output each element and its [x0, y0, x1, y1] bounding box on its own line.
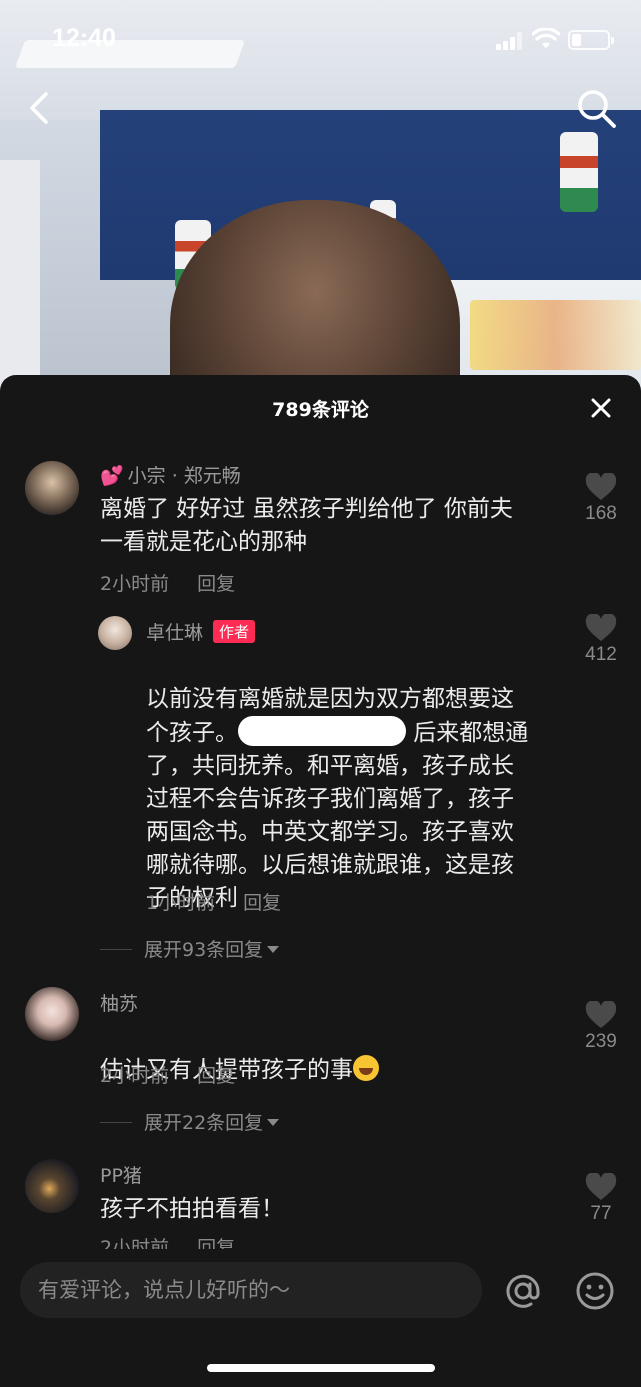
comment-meta: 2小时前 回复	[100, 1061, 235, 1088]
like-count: 168	[585, 503, 617, 524]
at-icon[interactable]	[502, 1270, 544, 1312]
pink-hearts-emoji: 💕	[100, 465, 124, 487]
divider	[100, 1122, 132, 1123]
smiley-icon[interactable]	[574, 1270, 616, 1312]
reply-item: 卓仕琳 作者 以前没有离婚就是因为双方都想要这 个孩子。 后来都想通 了，共同抚养…	[0, 614, 641, 914]
comment-username[interactable]: 卓仕琳 作者	[146, 618, 256, 645]
signal-icon	[496, 32, 524, 50]
reply-button[interactable]: 回复	[197, 573, 235, 595]
comment-text: 离婚了 好好过 虽然孩子判给他了 你前夫 一看就是花心的那种	[100, 496, 513, 555]
reply-button[interactable]: 回复	[197, 1237, 235, 1249]
chevron-left-icon[interactable]	[22, 88, 58, 128]
heart-icon	[585, 1001, 617, 1028]
battery-level	[572, 34, 581, 46]
comment-list[interactable]: 💕 小宗 · 郑元畅 离婚了 好好过 虽然孩子判给他了 你前夫 一看就是花心的那种…	[0, 441, 641, 1249]
laughing-emoji	[353, 1055, 379, 1081]
comment-time: 2小时前	[100, 1065, 170, 1087]
comment-meta: 2小时前 回复	[100, 1233, 235, 1249]
comment-username[interactable]: 柚苏	[100, 989, 138, 1016]
comment-input-bar	[0, 1250, 641, 1387]
comment-text: 孩子不拍拍看看！	[100, 1196, 284, 1222]
expand-replies-button[interactable]: 展开93条回复	[100, 935, 280, 962]
comment-input-container[interactable]	[20, 1262, 482, 1318]
like-button[interactable]: 239	[574, 1001, 628, 1053]
comment-sheet: 789条评论 💕 小宗 · 郑元畅 离婚了 好好过 虽然孩子判给他了 你前夫 一看…	[0, 375, 641, 1387]
comment-input[interactable]	[38, 1262, 468, 1318]
comment-meta: 1小时前 回复	[146, 888, 281, 915]
cup-graphic	[560, 132, 598, 212]
comment-text: 以前没有离婚就是因为双方都想要这 个孩子。 后来都想通 了，共同抚养。和平离婚，…	[146, 650, 556, 915]
username-text: 小宗 · 郑元畅	[127, 465, 241, 487]
wifi-icon	[532, 28, 560, 48]
comment-time: 2小时前	[100, 573, 170, 595]
divider	[100, 949, 132, 950]
close-icon[interactable]	[588, 395, 614, 421]
status-time: 12:40	[52, 24, 116, 52]
expand-label: 展开93条回复	[144, 939, 264, 961]
caret-down-icon	[267, 1119, 280, 1126]
status-bar: 12:40	[0, 0, 641, 82]
sheet-header: 789条评论	[0, 375, 641, 441]
comment-item: PP猪 孩子不拍拍看看！ 2小时前 回复 77	[0, 1159, 641, 1249]
comment-text-part: 后来都想通 了，共同抚养。和平离婚，孩子成长 过程不会告诉孩子我们离婚了，孩子 …	[146, 720, 529, 911]
heart-icon	[585, 473, 617, 500]
like-button[interactable]: 77	[574, 1173, 628, 1225]
battery-icon	[568, 30, 614, 50]
username-text: 卓仕琳	[146, 622, 204, 644]
home-indicator	[207, 1364, 435, 1372]
store-shelf	[0, 160, 40, 400]
comment-username[interactable]: PP猪	[100, 1161, 142, 1188]
avatar[interactable]	[98, 616, 132, 650]
comment-username[interactable]: 💕 小宗 · 郑元畅	[100, 461, 241, 488]
author-badge: 作者	[213, 620, 256, 643]
avatar[interactable]	[25, 1159, 79, 1213]
comment-time: 1小时前	[146, 892, 216, 914]
reply-button[interactable]: 回复	[243, 892, 281, 914]
redaction-mark	[238, 716, 406, 746]
heart-icon	[585, 1173, 617, 1200]
reply-button[interactable]: 回复	[197, 1065, 235, 1087]
comment-count-title: 789条评论	[272, 399, 369, 421]
heart-icon	[585, 614, 617, 641]
expand-label: 展开22条回复	[144, 1112, 264, 1134]
comment-item: 柚苏 估计又有人提带孩子的事 2小时前 回复 239	[0, 987, 641, 1097]
caret-down-icon	[267, 946, 280, 953]
comment-item: 💕 小宗 · 郑元畅 离婚了 好好过 虽然孩子判给他了 你前夫 一看就是花心的那种…	[0, 461, 641, 611]
like-count: 412	[585, 644, 617, 665]
comment-meta: 2小时前 回复	[100, 569, 235, 596]
avatar[interactable]	[25, 987, 79, 1041]
like-count: 77	[590, 1203, 612, 1224]
like-count: 239	[585, 1031, 617, 1052]
expand-replies-button[interactable]: 展开22条回复	[100, 1108, 280, 1135]
like-button[interactable]: 168	[574, 473, 628, 525]
search-icon[interactable]	[574, 86, 618, 130]
comment-time: 2小时前	[100, 1237, 170, 1249]
avatar[interactable]	[25, 461, 79, 515]
like-button[interactable]: 412	[574, 614, 628, 666]
fridge-shelf	[470, 300, 641, 370]
